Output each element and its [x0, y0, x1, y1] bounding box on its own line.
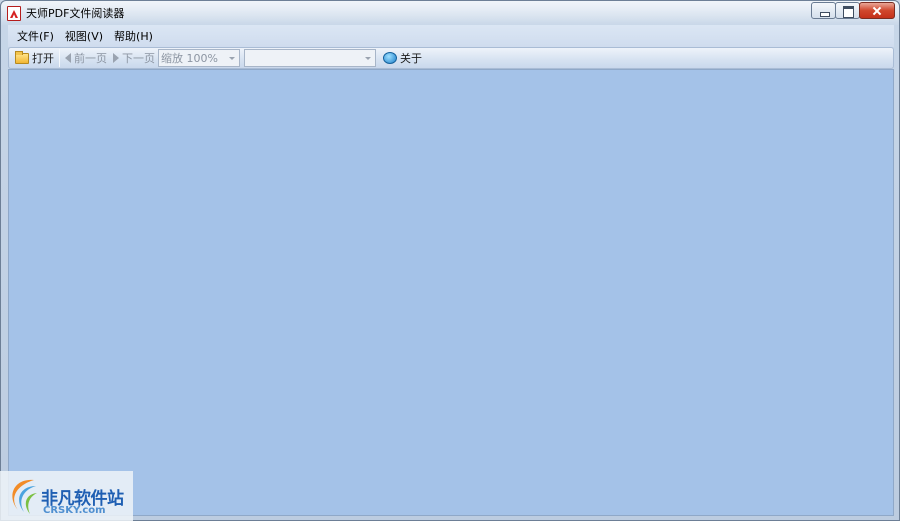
app-window: 天师PDF文件阅读器 文件(F) 视图(V) 帮助(H) 打开 前一页 下一页 …: [0, 0, 900, 521]
minimize-button[interactable]: [811, 2, 836, 19]
menu-help[interactable]: 帮助(H): [109, 28, 158, 44]
arrow-right-icon: [113, 53, 119, 63]
pdf-app-icon[interactable]: [7, 6, 21, 21]
open-folder-icon: [15, 50, 29, 64]
document-view-area[interactable]: [8, 69, 894, 516]
toolbar-separator: [59, 49, 60, 67]
crsky-watermark: 非凡软件站 CRSKY.com: [0, 471, 133, 521]
open-button[interactable]: 打开: [12, 49, 57, 67]
zoom-value: 缩放 100%: [161, 52, 218, 65]
watermark-en-text: CRSKY.com: [43, 505, 106, 516]
zoom-select[interactable]: 缩放 100%: [158, 49, 240, 67]
menu-bar: 文件(F) 视图(V) 帮助(H): [8, 25, 894, 47]
menu-view[interactable]: 视图(V): [60, 28, 108, 44]
window-title: 天师PDF文件阅读器: [26, 7, 125, 20]
title-bar[interactable]: 天师PDF文件阅读器: [1, 1, 899, 25]
next-page-label: 下一页: [122, 52, 155, 65]
chevron-down-icon: [229, 57, 235, 60]
page-select[interactable]: [244, 49, 376, 67]
about-button-label: 关于: [400, 52, 422, 65]
chevron-down-icon: [365, 57, 371, 60]
maximize-button[interactable]: [835, 2, 860, 19]
menu-file[interactable]: 文件(F): [12, 28, 59, 44]
prev-page-button[interactable]: 前一页: [62, 49, 110, 67]
toolbar: 打开 前一页 下一页 缩放 100% 关于: [8, 47, 894, 69]
crsky-logo-icon: [12, 479, 37, 514]
next-page-button[interactable]: 下一页: [110, 49, 158, 67]
close-button[interactable]: [859, 2, 895, 19]
open-button-label: 打开: [32, 52, 54, 65]
arrow-left-icon: [65, 53, 71, 63]
about-button[interactable]: 关于: [380, 49, 425, 67]
about-icon: [383, 52, 397, 64]
prev-page-label: 前一页: [74, 52, 107, 65]
